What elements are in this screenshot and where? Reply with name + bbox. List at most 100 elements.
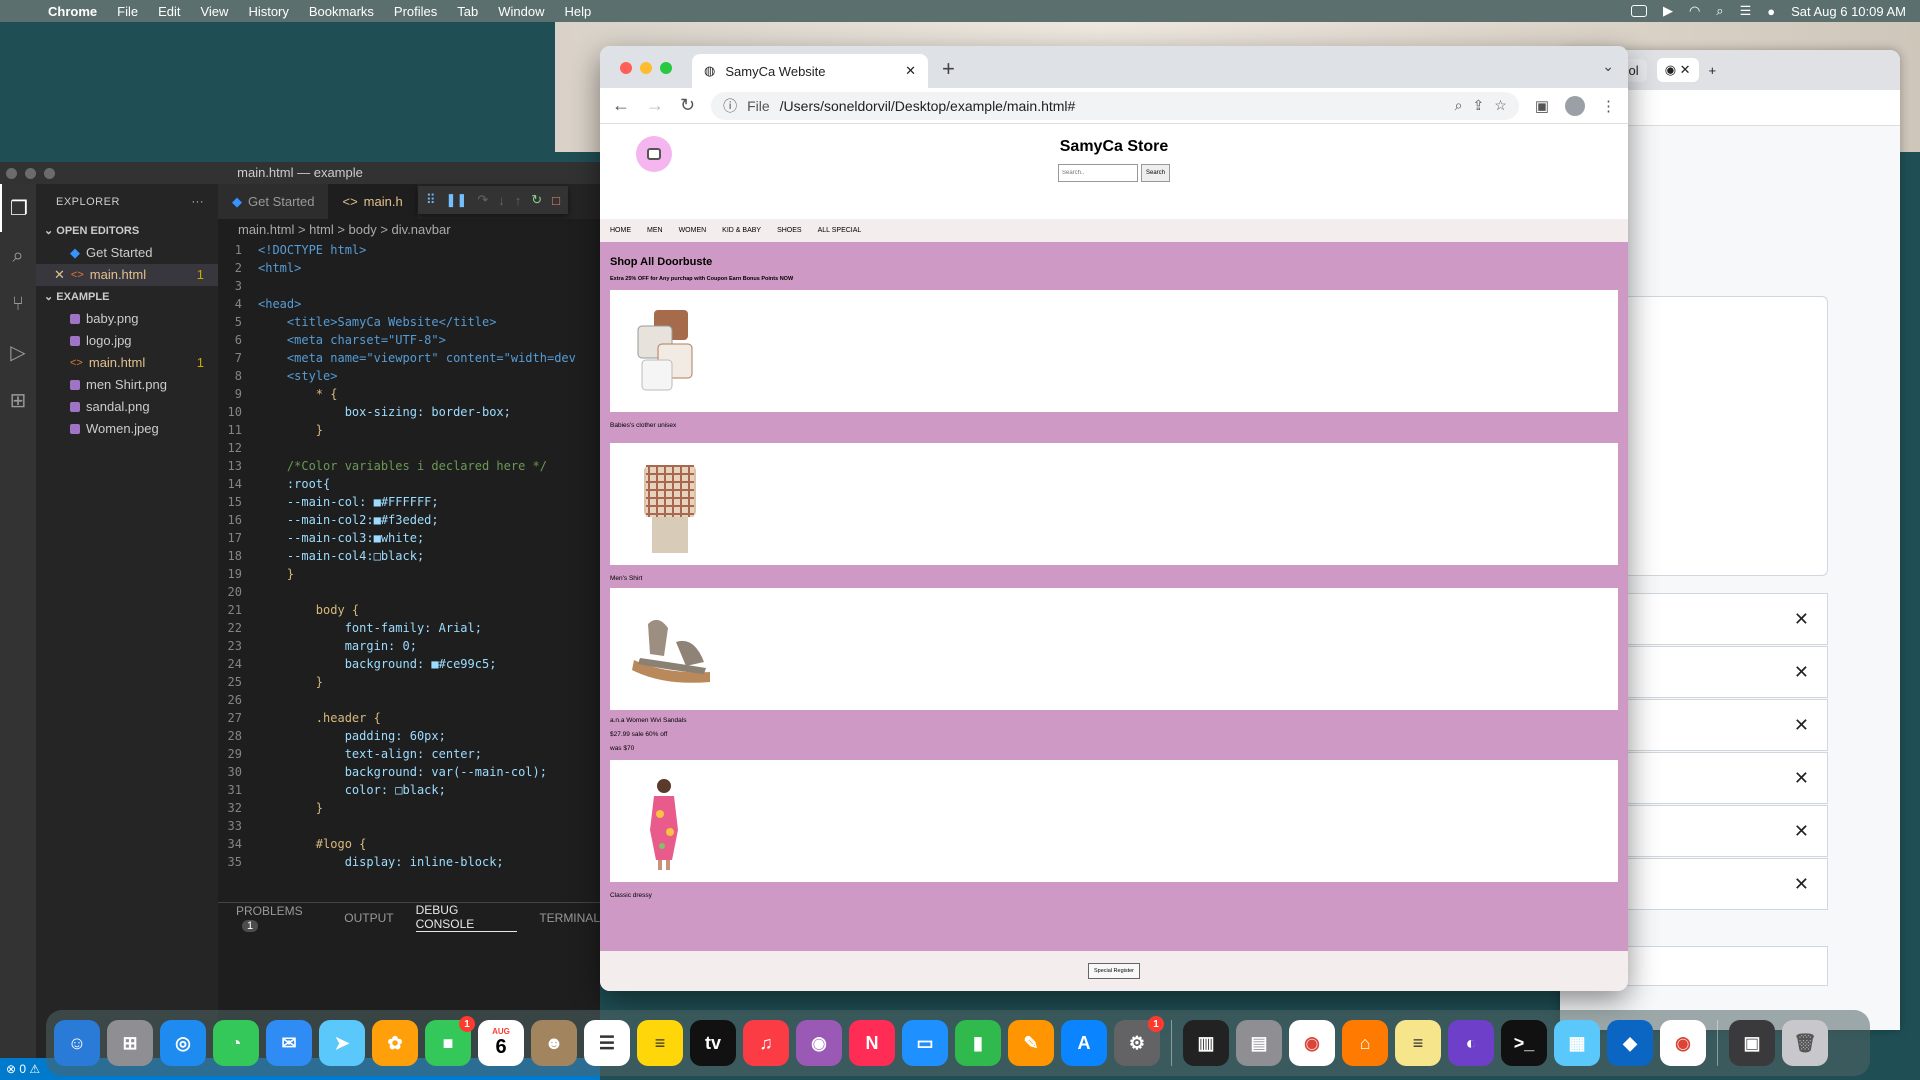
search-input[interactable]: [1057, 164, 1138, 182]
tab-terminal[interactable]: TERMINAL: [539, 911, 600, 925]
code-line[interactable]: 32 }: [218, 799, 600, 817]
code-line[interactable]: 25 }: [218, 673, 600, 691]
breadcrumb[interactable]: main.html > html > body > div.navbar: [218, 219, 600, 241]
play-icon[interactable]: ▶: [1663, 3, 1673, 19]
open-editors-section[interactable]: ⌄ OPEN EDITORS: [36, 220, 218, 242]
close-icon[interactable]: ✕: [1600, 646, 1828, 698]
tab-problems[interactable]: PROBLEMS1: [236, 904, 322, 932]
restart-icon[interactable]: ↻: [531, 192, 542, 208]
product-card[interactable]: [610, 290, 1618, 412]
code-line[interactable]: 30 background: var(--main-col);: [218, 763, 600, 781]
code-line[interactable]: 27 .header {: [218, 709, 600, 727]
code-line[interactable]: 23 margin: 0;: [218, 637, 600, 655]
zoom-icon[interactable]: ⌕: [1455, 97, 1463, 114]
address-bar[interactable]: ⓘ File /Users/soneldorvil/Desktop/exampl…: [711, 91, 1519, 120]
file-item[interactable]: logo.jpg: [36, 330, 218, 352]
men-shirt-image[interactable]: [624, 457, 714, 557]
menu-edit[interactable]: Edit: [148, 4, 190, 19]
more-menu-icon[interactable]: ⋮: [1601, 97, 1616, 115]
news-icon[interactable]: N: [849, 1020, 895, 1066]
close-icon[interactable]: ✕: [54, 264, 65, 286]
search-icon[interactable]: ⌕: [0, 232, 36, 280]
code-line[interactable]: 26: [218, 691, 600, 709]
sandals-image[interactable]: [624, 602, 724, 692]
code-line[interactable]: 3: [218, 277, 600, 295]
product-card[interactable]: [610, 588, 1618, 710]
menu-file[interactable]: File: [107, 4, 148, 19]
system-preferences-icon[interactable]: ⚙ 1: [1114, 1016, 1164, 1066]
menu-window[interactable]: Window: [488, 4, 554, 19]
file-item[interactable]: Women.jpeg: [36, 418, 218, 440]
open-editor-get-started[interactable]: ◆ Get Started: [36, 242, 218, 264]
downloads-stack-icon[interactable]: ▣: [1729, 1020, 1775, 1066]
zoom-window-button[interactable]: [660, 62, 672, 74]
menu-history[interactable]: History: [238, 4, 298, 19]
code-line[interactable]: 20: [218, 583, 600, 601]
more-actions-icon[interactable]: ···: [192, 184, 205, 220]
chrome-icon[interactable]: ◉: [1660, 1020, 1706, 1066]
code-line[interactable]: 9 * {: [218, 385, 600, 403]
code-line[interactable]: 12: [218, 439, 600, 457]
background-input[interactable]: [1600, 946, 1828, 986]
code-line[interactable]: 14 :root{: [218, 475, 600, 493]
menu-profiles[interactable]: Profiles: [384, 4, 447, 19]
file-item[interactable]: men Shirt.png: [36, 374, 218, 396]
sourcetree-icon[interactable]: ⌂: [1342, 1020, 1388, 1066]
screen-mirror-icon[interactable]: [1630, 5, 1647, 17]
code-line[interactable]: 5 <title>SamyCa Website</title>: [218, 313, 600, 331]
stickies-icon[interactable]: ≡: [1395, 1020, 1441, 1066]
search-button[interactable]: Search: [1140, 164, 1170, 182]
file-item[interactable]: <> main.html 1: [36, 352, 218, 374]
share-icon[interactable]: ⇪: [1473, 97, 1485, 114]
open-editor-main-html[interactable]: ✕ <> main.html 1: [36, 264, 218, 286]
photos-icon[interactable]: ✿: [372, 1020, 418, 1066]
nav-men[interactable]: MEN: [647, 227, 663, 234]
stop-icon[interactable]: □: [552, 193, 560, 208]
podcasts-icon[interactable]: ◉: [796, 1020, 842, 1066]
code-line[interactable]: 8 <style>: [218, 367, 600, 385]
code-line[interactable]: 11 }: [218, 421, 600, 439]
browser-tab[interactable]: ◍ SamyCa Website ✕: [692, 54, 928, 88]
new-tab-button[interactable]: +: [942, 56, 955, 82]
code-line[interactable]: 28 padding: 60px;: [218, 727, 600, 745]
code-line[interactable]: 31 color: □black;: [218, 781, 600, 799]
close-icon[interactable]: ✕: [1600, 699, 1828, 751]
nav-all-special[interactable]: ALL SPECIAL: [818, 227, 862, 234]
profile-avatar[interactable]: [1565, 95, 1585, 116]
github-tab-icon[interactable]: ◉ ✕: [1656, 58, 1699, 82]
folder-section[interactable]: ⌄ EXAMPLE: [36, 286, 218, 308]
preview-icon[interactable]: ▤: [1236, 1020, 1282, 1066]
tab-debug-console[interactable]: DEBUG CONSOLE: [415, 903, 518, 932]
product-card[interactable]: [610, 760, 1618, 882]
product-card[interactable]: [610, 443, 1618, 565]
calendar-icon[interactable]: AUG 6: [478, 1020, 524, 1066]
side-panel-icon[interactable]: ▣: [1535, 97, 1549, 115]
contacts-icon[interactable]: ☻: [531, 1020, 577, 1066]
code-line[interactable]: 34 #logo {: [218, 835, 600, 853]
clock[interactable]: Sat Aug 6 10:09 AM: [1791, 4, 1906, 19]
nav-women[interactable]: WOMEN: [679, 227, 707, 234]
tab-search-icon[interactable]: ⌄: [1602, 58, 1614, 75]
code-line[interactable]: 29 text-align: center;: [218, 745, 600, 763]
numbers-icon[interactable]: ▮: [955, 1020, 1001, 1066]
code-line[interactable]: 10 box-sizing: border-box;: [218, 403, 600, 421]
code-line[interactable]: 21 body {: [218, 601, 600, 619]
search-icon[interactable]: ⌕: [1716, 3, 1723, 19]
apple-tv-icon[interactable]: tv: [690, 1020, 736, 1066]
nav-kid-baby[interactable]: KID & BABY: [722, 227, 761, 234]
site-logo[interactable]: [636, 136, 672, 172]
safari-icon[interactable]: ◎: [160, 1020, 206, 1066]
pause-icon[interactable]: ❚❚: [446, 192, 468, 208]
nav-shoes[interactable]: SHOES: [777, 227, 802, 234]
siri-icon[interactable]: ●: [1767, 4, 1775, 19]
code-line[interactable]: 4 <head>: [218, 295, 600, 313]
messages-icon[interactable]: ◔: [213, 1020, 259, 1066]
menu-bookmarks[interactable]: Bookmarks: [299, 4, 384, 19]
zoom-window-button[interactable]: [44, 168, 55, 179]
close-icon[interactable]: ✕: [1600, 805, 1828, 857]
close-window-button[interactable]: [6, 168, 17, 179]
baby-clothes-image[interactable]: [624, 304, 714, 399]
facetime-icon[interactable]: ■ 1: [425, 1016, 475, 1066]
tab-output[interactable]: OUTPUT: [344, 911, 393, 925]
nav-home[interactable]: HOME: [610, 227, 631, 234]
